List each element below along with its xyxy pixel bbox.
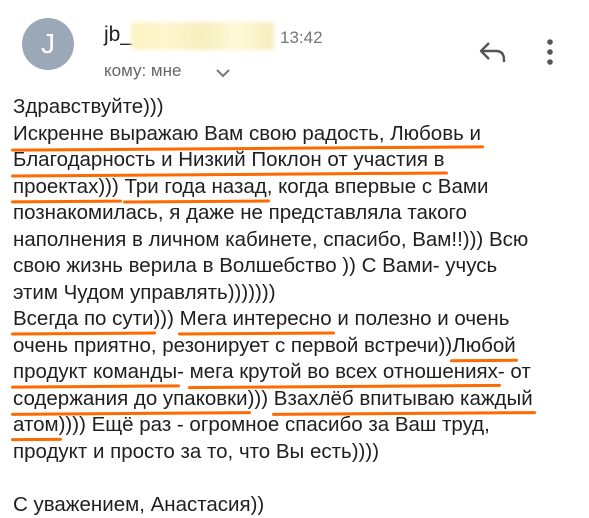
body-line-7: свою жизнь верила в Волшебство )) С Вами…	[13, 253, 587, 280]
body-line-2: Искренне выражаю Вам свою радость, Любов…	[13, 121, 587, 148]
text-fragment: )))) Ещё раз - огромное спасибо за Ваш т…	[59, 413, 490, 436]
signature: С уважением, Анастасия))	[13, 493, 264, 516]
highlighted-phrase: Взахлёб впитываю каждый	[274, 387, 533, 410]
text-fragment: - от	[498, 360, 531, 383]
highlighted-phrase: Искренне выражаю Вам свою радость, Любов…	[13, 122, 481, 145]
chevron-down-icon[interactable]	[216, 66, 230, 84]
highlighted-phrase: Всегда по сути	[13, 307, 153, 330]
highlighted-phrase: Любой	[452, 334, 515, 357]
text-fragment: и полезно и очень	[332, 307, 510, 330]
highlighted-phrase: атом	[13, 413, 59, 436]
timestamp: 13:42	[280, 28, 323, 48]
body-line-12: содержания до упаковки))) Взахлёб впитыв…	[13, 386, 587, 413]
body-line-11: продукт команды- мега крутой во всех отн…	[13, 359, 587, 386]
highlighted-phrase: Три года назад	[125, 175, 267, 198]
email-body: Здравствуйте))) Искренне выражаю Вам сво…	[13, 94, 587, 518]
body-line-3: Благодарность и Низкий Поклон от участия…	[13, 147, 587, 174]
text-fragment: -	[177, 360, 190, 383]
body-line-8: этим Чудом управлять)))))))	[13, 280, 587, 307]
highlighted-phrase: мега крутой во всех отношениях	[190, 360, 498, 383]
text-fragment: познакомилась, я даже не представляла та…	[13, 201, 467, 224]
body-line-5: познакомилась, я даже не представляла та…	[13, 200, 587, 227]
greeting-line: Здравствуйте)))	[13, 94, 587, 121]
reply-icon[interactable]	[478, 40, 508, 69]
highlighted-phrase: проектах)))	[13, 175, 119, 198]
body-line-6: наполнения в личном кабинете, спасибо, В…	[13, 227, 587, 254]
body-line-14: продукт и просто за то, что Вы есть))))	[13, 439, 587, 466]
highlighted-phrase: продукт команды	[13, 360, 177, 383]
more-vert-icon[interactable]	[546, 38, 554, 71]
text-fragment	[119, 175, 125, 198]
text-fragment: очень приятно, резонирует с первой встре…	[13, 334, 452, 357]
text-fragment: этим Чудом управлять)))))))	[13, 281, 276, 304]
text-fragment: наполнения в личном кабинете, спасибо, В…	[13, 228, 528, 251]
text-fragment: , когда впервые с Вами	[267, 175, 489, 198]
text-fragment: )))	[153, 307, 179, 330]
text-fragment: свою жизнь верила в Волшебство )) С Вами…	[13, 254, 497, 277]
body-line-4: проектах))) Три года назад, когда впервы…	[13, 174, 587, 201]
greeting: Здравствуйте)))	[13, 95, 164, 118]
recipient-label[interactable]: кому: мне	[104, 61, 181, 81]
highlighted-phrase: Мега интересно	[180, 307, 332, 330]
sender-name[interactable]: jb_	[104, 23, 132, 47]
text-fragment: продукт и просто за то, что Вы есть))))	[13, 440, 379, 463]
avatar[interactable]: J	[22, 18, 74, 70]
text-fragment: )))	[248, 387, 274, 410]
highlighted-phrase: содержания до упаковки	[13, 387, 248, 410]
highlighted-phrase: Благодарность и Низкий Поклон от участия…	[13, 148, 445, 171]
email-header: J jb_ 13:42 кому: мне	[0, 0, 589, 92]
body-line-13: атом)))) Ещё раз - огромное спасибо за В…	[13, 412, 587, 439]
redacted-sender-mark	[131, 22, 274, 50]
body-line-10: очень приятно, резонирует с первой встре…	[13, 333, 587, 360]
blank-line	[13, 465, 587, 492]
signature-line: С уважением, Анастасия))	[13, 492, 587, 518]
body-line-9: Всегда по сути))) Мега интересно и полез…	[13, 306, 587, 333]
